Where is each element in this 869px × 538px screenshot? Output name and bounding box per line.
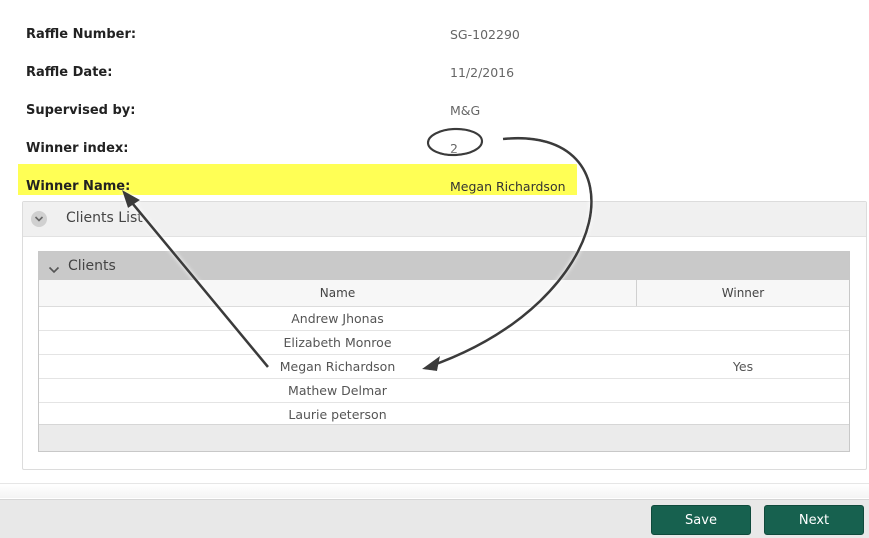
winner-index-value: 2 xyxy=(450,141,458,156)
winner-name-value: Megan Richardson xyxy=(450,179,566,194)
raffle-number-value: SG-102290 xyxy=(450,27,520,42)
winner-name-row: Winner Name: Megan Richardson xyxy=(0,172,869,202)
raffle-number-label: Raffle Number: xyxy=(26,27,137,42)
footer-divider xyxy=(0,483,869,498)
clients-list-panel: Clients List Clients Name Winner Andrew … xyxy=(22,201,867,470)
table-row[interactable]: Andrew Jhonas xyxy=(39,307,849,331)
clients-grid: Clients Name Winner Andrew Jhonas Elizab… xyxy=(38,251,850,452)
winner-index-label: Winner index: xyxy=(26,141,129,156)
next-button[interactable]: Next xyxy=(764,505,864,535)
table-row[interactable]: Mathew Delmar xyxy=(39,379,849,403)
client-name-cell: Elizabeth Monroe xyxy=(283,335,392,350)
clients-list-header[interactable]: Clients List xyxy=(23,202,866,237)
clients-list-title: Clients List xyxy=(66,210,143,226)
save-button[interactable]: Save xyxy=(651,505,751,535)
client-name-cell: Laurie peterson xyxy=(288,407,387,422)
table-row[interactable]: Megan Richardson Yes xyxy=(39,355,849,379)
raffle-date-value: 11/2/2016 xyxy=(450,65,515,80)
supervised-by-value: M&G xyxy=(450,103,481,118)
raffle-number-row: Raffle Number: SG-102290 xyxy=(0,20,869,50)
winner-cell: Yes xyxy=(732,359,754,374)
raffle-date-row: Raffle Date: 11/2/2016 xyxy=(0,58,869,88)
winner-index-row: Winner index: 2 xyxy=(0,134,869,164)
supervised-by-row: Supervised by: M&G xyxy=(0,96,869,126)
raffle-date-label: Raffle Date: xyxy=(26,65,113,80)
supervised-by-label: Supervised by: xyxy=(26,103,136,118)
client-name-cell: Mathew Delmar xyxy=(288,383,387,398)
winner-name-label: Winner Name: xyxy=(26,179,131,194)
column-headers: Name Winner xyxy=(39,280,849,307)
column-header-winner[interactable]: Winner xyxy=(637,280,849,306)
client-name-cell: Megan Richardson xyxy=(279,359,396,374)
clients-grid-title: Clients xyxy=(68,258,116,274)
chevron-down-icon[interactable] xyxy=(48,260,60,279)
clients-grid-header[interactable]: Clients xyxy=(39,252,849,280)
chevron-down-icon[interactable] xyxy=(31,211,47,227)
table-row[interactable]: Elizabeth Monroe xyxy=(39,331,849,355)
grid-footer xyxy=(39,424,849,451)
column-header-name[interactable]: Name xyxy=(39,280,637,306)
client-name-cell: Andrew Jhonas xyxy=(291,311,384,326)
